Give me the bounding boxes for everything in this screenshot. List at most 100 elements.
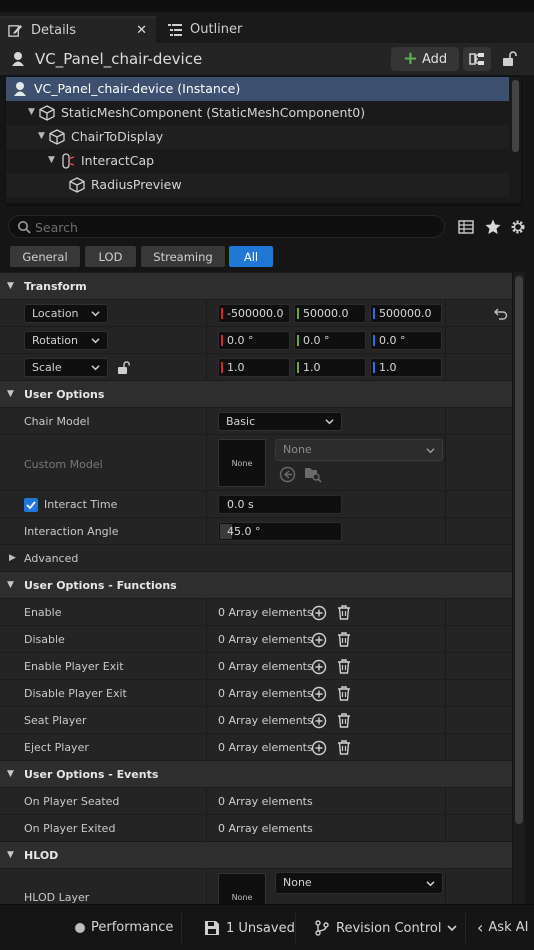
column-divider[interactable] [206,300,207,326]
performance-button[interactable]: Performance [75,920,173,935]
location-mode-dropdown[interactable]: Location [24,304,108,323]
array-count: 0 Array elements [218,795,313,808]
component-tree: VC_Panel_chair-device (Instance) ▼ Stati… [5,76,522,204]
category-user-options[interactable]: ▼ User Options [0,380,512,407]
star-favorites-icon[interactable] [484,218,502,236]
custom-model-asset-picker[interactable]: None [275,439,443,461]
column-divider[interactable] [206,788,207,814]
chair-model-dropdown[interactable]: Basic [218,412,342,431]
location-y-field[interactable]: 50000.0 [294,304,366,323]
column-divider[interactable] [206,815,207,841]
reset-column-divider [445,869,446,904]
column-divider[interactable] [206,518,207,544]
column-divider[interactable] [206,680,207,706]
column-divider[interactable] [206,435,207,488]
blueprint-button[interactable] [463,47,491,71]
column-divider[interactable] [206,599,207,625]
table-view-icon[interactable] [457,218,475,236]
trash-icon[interactable] [336,739,352,756]
column-divider[interactable] [206,707,207,733]
tree-item-actor[interactable]: VC_Panel_chair-device (Instance) [6,77,509,101]
rotation-y-field[interactable]: 0.0 ° [294,331,366,350]
ask-ai-button[interactable]: ‹ Ask AI [477,920,528,936]
filter-streaming[interactable]: Streaming [141,246,225,267]
filter-all[interactable]: All [229,246,273,267]
use-selected-arrow-icon[interactable] [279,466,296,483]
search-box[interactable] [8,215,445,238]
trash-icon[interactable] [336,685,352,702]
scale-x-field[interactable]: 1.0 [218,358,290,377]
rotation-mode-dropdown[interactable]: Rotation [24,331,108,350]
tree-item-radiuspreview[interactable]: RadiusPreview [6,173,509,197]
expand-triangle-icon[interactable]: ▼ [38,131,45,141]
details-scrollbar[interactable] [515,276,523,824]
scale-x-value: 1.0 [227,361,245,374]
filter-lod[interactable]: LOD [85,246,136,267]
y-axis-marker [297,362,299,373]
gear-icon[interactable] [509,218,527,236]
column-divider[interactable] [206,491,207,517]
add-element-icon[interactable] [311,632,327,648]
unsaved-button[interactable]: 1 Unsaved [204,920,295,936]
category-user-options-functions[interactable]: ▼ User Options - Functions [0,571,512,598]
scale-y-value: 1.0 [303,361,321,374]
close-tab-icon[interactable]: ✕ [136,23,147,38]
column-divider[interactable] [206,408,207,434]
trash-icon[interactable] [336,604,352,621]
custom-model-thumbnail[interactable]: None [218,439,266,487]
unsaved-label: 1 Unsaved [226,920,295,936]
location-x-field[interactable]: -500000.0 [218,304,290,323]
reset-to-default-icon[interactable] [494,307,508,320]
tab-details[interactable]: Details ✕ [0,16,156,43]
column-divider[interactable] [206,869,207,904]
interaction-angle-field[interactable]: 45.0 ° [218,522,342,541]
tab-bar: Details ✕ Outliner [0,12,534,43]
location-z-field[interactable]: 500000.0 [370,304,442,323]
tree-item-interactcap[interactable]: ▼ InteractCap [6,149,509,173]
unlock-icon[interactable] [117,360,131,375]
expand-triangle-icon[interactable]: ▼ [48,155,55,165]
trash-icon[interactable] [336,658,352,675]
hlod-layer-asset-picker[interactable]: None [275,872,443,894]
column-divider[interactable] [206,653,207,679]
add-element-icon[interactable] [311,686,327,702]
add-element-icon[interactable] [311,713,327,729]
reset-column-divider [445,680,446,706]
tab-outliner[interactable]: Outliner [158,16,278,43]
browse-folder-icon[interactable] [304,465,322,483]
category-user-options-events[interactable]: ▼ User Options - Events [0,760,512,787]
rotation-z-field[interactable]: 0.0 ° [370,331,442,350]
blueprint-hierarchy-icon [469,53,484,65]
add-element-icon[interactable] [311,740,327,756]
scale-mode-dropdown[interactable]: Scale [24,358,108,377]
trash-icon[interactable] [336,712,352,729]
hlod-layer-thumbnail[interactable]: None [218,873,266,904]
tree-item-chairtodisplay[interactable]: ▼ ChairToDisplay [6,125,509,149]
tree-scrollbar[interactable] [512,80,519,152]
column-divider[interactable] [206,354,207,380]
revision-control-button[interactable]: Revision Control [314,920,458,936]
filter-general[interactable]: General [10,246,80,267]
category-hlod[interactable]: ▼ HLOD [0,841,512,868]
add-element-icon[interactable] [311,659,327,675]
search-input[interactable] [35,218,435,236]
column-divider[interactable] [206,626,207,652]
category-transform[interactable]: ▼ Transform [0,272,512,299]
interact-time-checkbox[interactable] [24,498,38,512]
add-component-button[interactable]: + Add [391,47,459,71]
scale-y-field[interactable]: 1.0 [294,358,366,377]
scale-z-field[interactable]: 1.0 [370,358,442,377]
expand-triangle-icon[interactable]: ▼ [28,107,35,117]
rotation-x-field[interactable]: 0.0 ° [218,331,290,350]
interact-time-field[interactable]: 0.0 s [218,495,342,514]
column-divider[interactable] [206,327,207,353]
add-button-label: Add [421,51,448,67]
unlock-icon[interactable] [500,50,518,68]
tree-divider[interactable] [5,204,522,207]
reset-column-divider [445,300,446,326]
advanced-section[interactable]: ▶ Advanced [0,544,512,571]
trash-icon[interactable] [336,631,352,648]
add-element-icon[interactable] [311,605,327,621]
column-divider[interactable] [206,734,207,760]
tree-item-staticmeshcomponent[interactable]: ▼ StaticMeshComponent (StaticMeshCompone… [6,101,509,125]
